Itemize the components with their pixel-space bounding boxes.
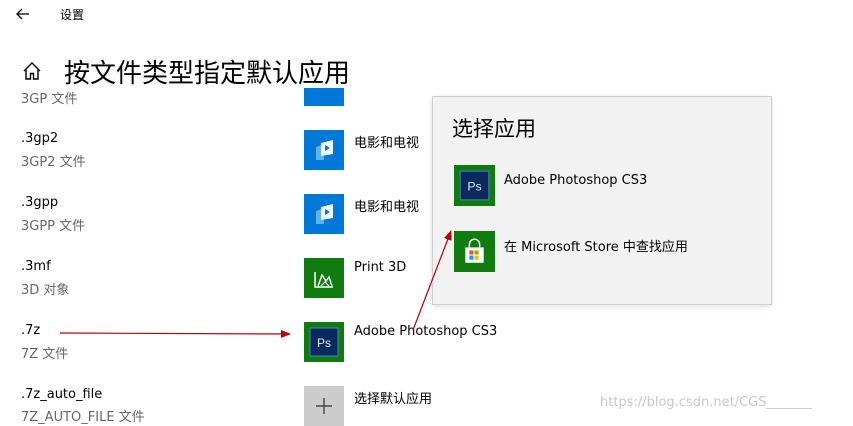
file-type-desc: 7Z_AUTO_FILE 文件 <box>21 410 145 425</box>
choose-app-flyout: 选择应用 Ps Adobe Photoshop CS3 在 Microsoft … <box>432 96 772 305</box>
arrow-to-photoshop-row <box>59 329 291 338</box>
app-name[interactable]: 电影和电视 <box>354 132 419 151</box>
file-type-ext: .7z <box>21 323 41 338</box>
plus-icon[interactable] <box>304 386 344 426</box>
app-tile-partial[interactable] <box>304 88 344 106</box>
choose-default-app-label[interactable]: 选择默认应用 <box>354 388 432 407</box>
window-title: 设置 <box>60 8 85 22</box>
movies-tv-icon[interactable] <box>304 194 344 234</box>
photoshop-icon[interactable]: Ps <box>304 322 344 362</box>
file-type-desc: 3GP 文件 <box>21 92 78 107</box>
file-type-desc: 3D 对象 <box>21 283 70 298</box>
file-type-desc: 3GPP 文件 <box>21 219 86 234</box>
svg-text:Ps: Ps <box>317 336 331 350</box>
flyout-title: 选择应用 <box>452 117 536 141</box>
photoshop-icon[interactable]: Ps <box>454 165 495 206</box>
flyout-item-photoshop[interactable]: Adobe Photoshop CS3 <box>504 173 647 188</box>
page-title: 按文件类型指定默认应用 <box>64 59 351 89</box>
app-name[interactable]: 电影和电视 <box>354 196 419 215</box>
app-name[interactable]: Adobe Photoshop CS3 <box>354 324 497 339</box>
watermark: https://blog.csdn.net/CGS_______ <box>600 395 812 410</box>
flyout-item-store[interactable]: 在 Microsoft Store 中查找应用 <box>504 236 688 255</box>
print-3d-icon[interactable] <box>304 258 344 298</box>
movies-tv-icon[interactable] <box>304 130 344 170</box>
file-type-ext: .3mf <box>21 259 51 274</box>
file-type-ext: .3gp2 <box>21 131 59 146</box>
file-type-ext: .7z_auto_file <box>21 387 103 402</box>
app-name[interactable]: Print 3D <box>354 260 406 275</box>
store-icon[interactable] <box>454 231 495 272</box>
svg-text:Ps: Ps <box>467 180 481 194</box>
home-icon[interactable] <box>21 60 43 82</box>
file-type-desc: 7Z 文件 <box>21 347 69 362</box>
file-type-ext: .3gpp <box>21 195 59 210</box>
file-type-desc: 3GP2 文件 <box>21 155 86 170</box>
back-arrow-icon[interactable] <box>14 5 32 23</box>
